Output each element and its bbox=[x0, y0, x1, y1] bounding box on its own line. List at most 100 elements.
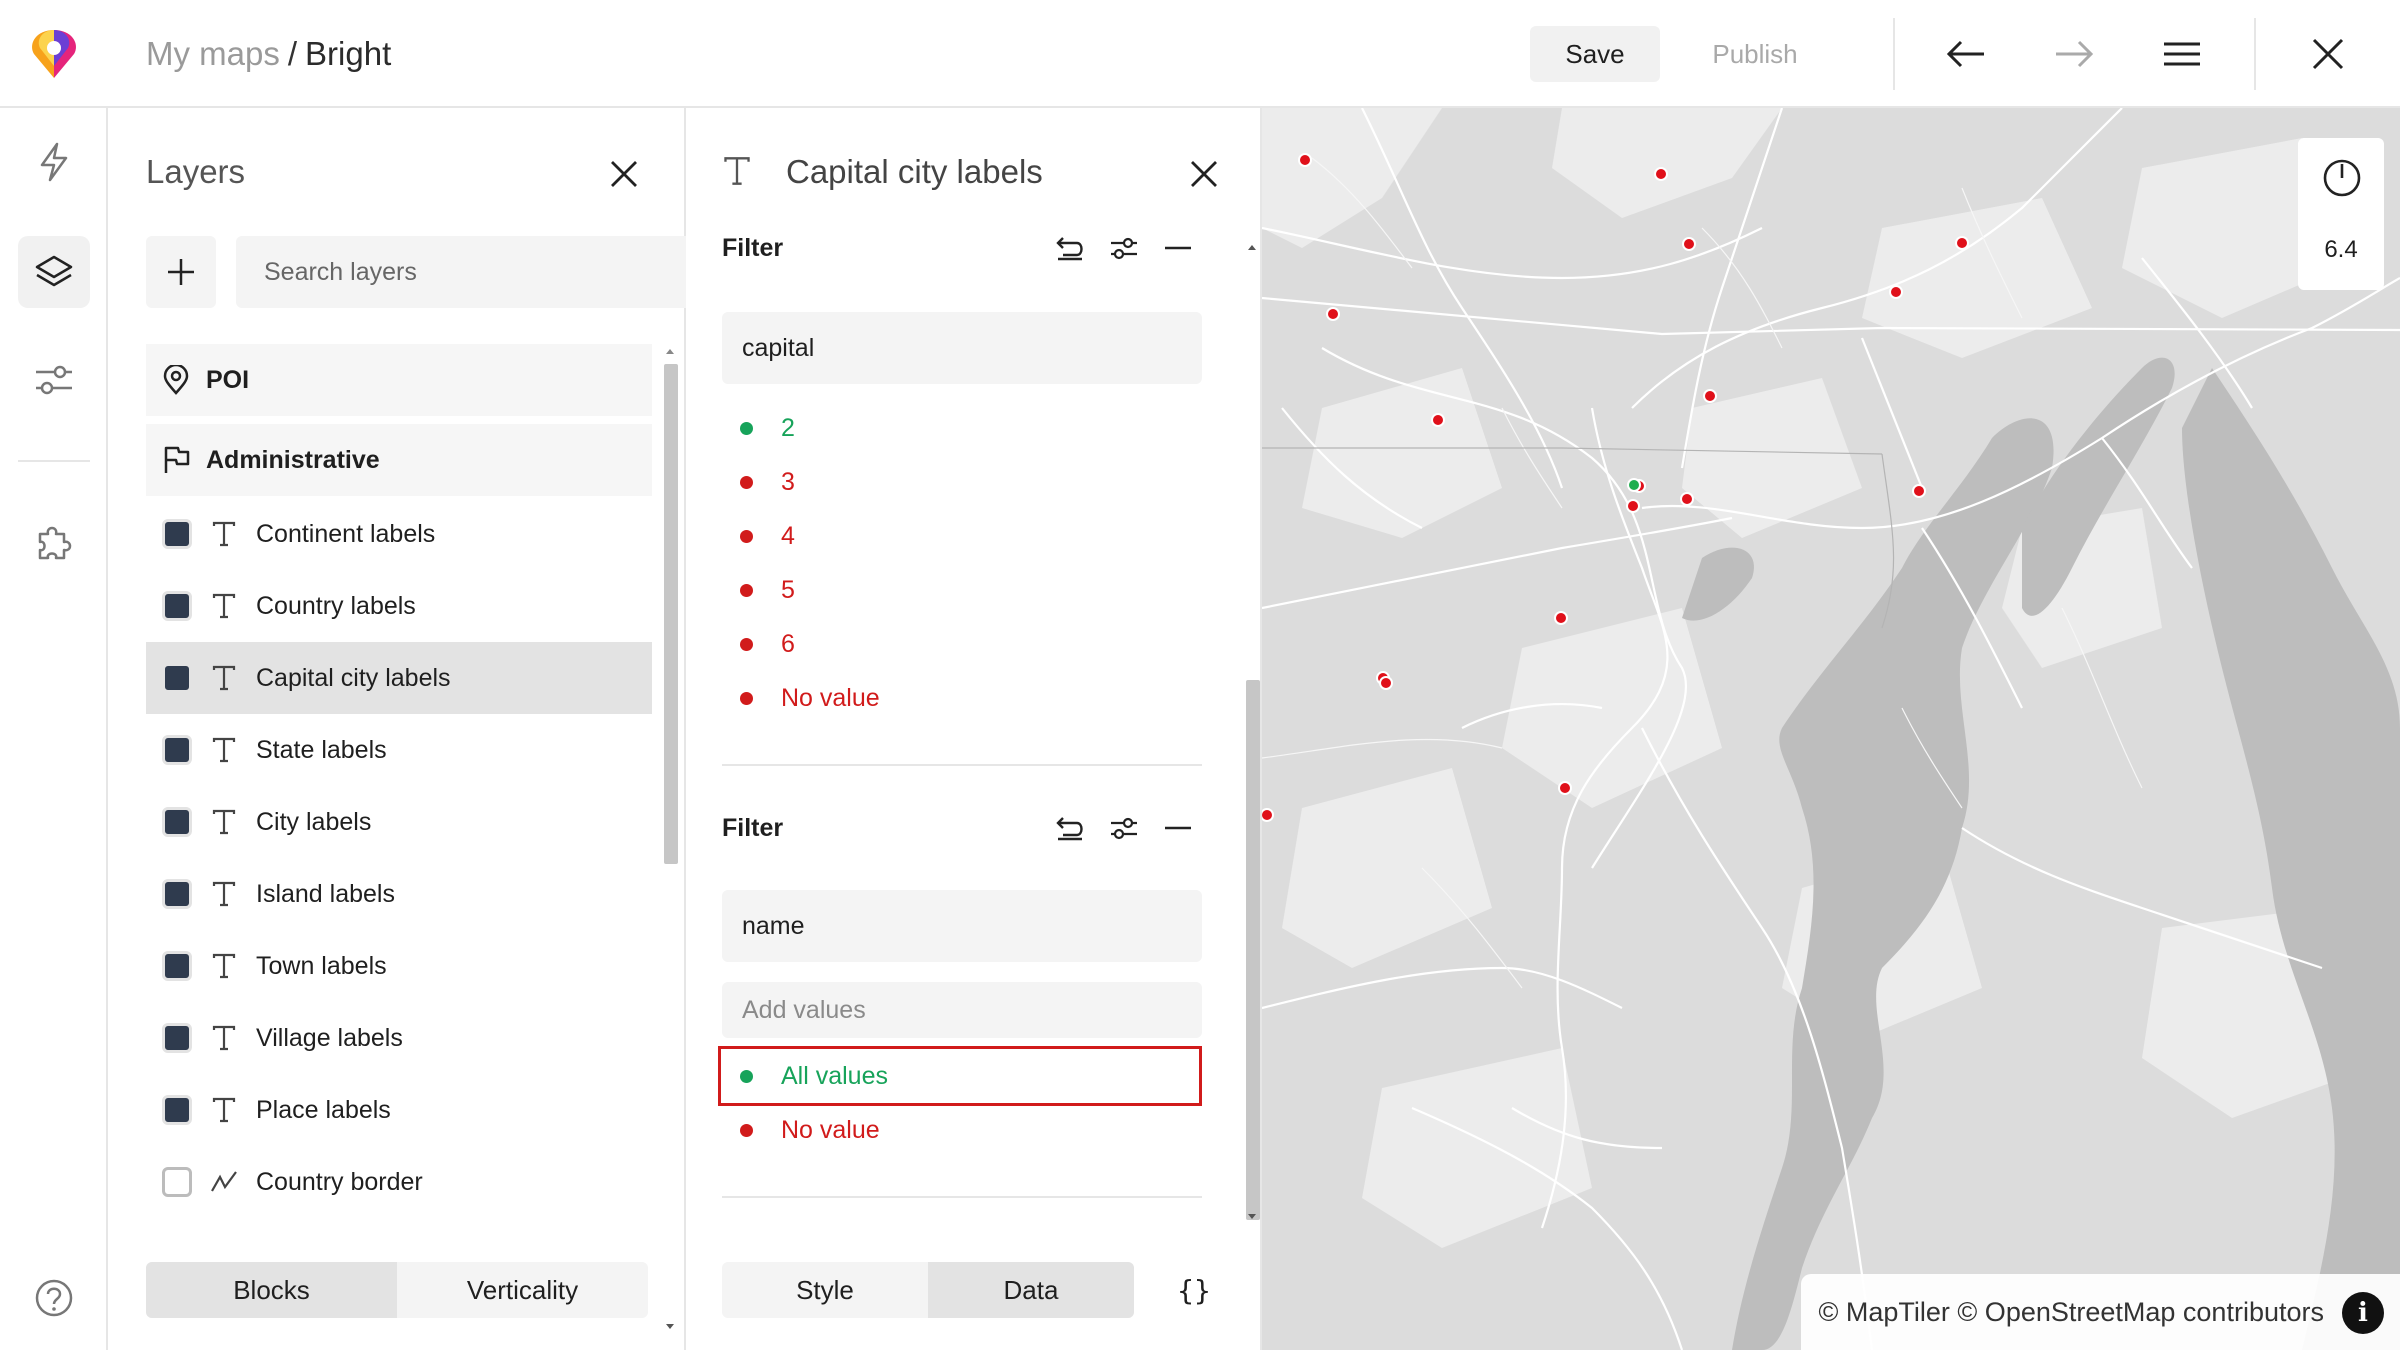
tab-data[interactable]: Data bbox=[928, 1262, 1134, 1318]
filter-settings-sliders-icon[interactable] bbox=[1104, 808, 1144, 848]
tab-style[interactable]: Style bbox=[722, 1262, 928, 1318]
scroll-down-icon[interactable] bbox=[1242, 1210, 1262, 1224]
layer-item-town-labels[interactable]: Town labels bbox=[146, 930, 652, 1002]
map-canvas[interactable]: 6.4 © MapTiler © OpenStreetMap contribut… bbox=[1262, 108, 2400, 1350]
layer-visibility-checkbox[interactable] bbox=[162, 519, 192, 549]
section-divider bbox=[722, 1196, 1202, 1198]
save-button[interactable]: Save bbox=[1530, 26, 1660, 82]
collapse-filter-minus-icon[interactable] bbox=[1158, 808, 1198, 848]
layer-visibility-checkbox[interactable] bbox=[162, 1095, 192, 1125]
map-title[interactable]: Bright bbox=[305, 35, 391, 72]
text-layer-icon bbox=[210, 880, 238, 908]
layer-visibility-checkbox[interactable] bbox=[162, 735, 192, 765]
publish-button[interactable]: Publish bbox=[1680, 26, 1830, 82]
filter-value-no-value[interactable]: No value bbox=[740, 678, 880, 718]
text-layer-icon bbox=[210, 592, 238, 620]
breadcrumb-my-maps-link[interactable]: My maps bbox=[146, 35, 280, 72]
breadcrumb-separator: / bbox=[287, 35, 298, 72]
flag-icon bbox=[164, 446, 190, 473]
layer-item-place-labels[interactable]: Place labels bbox=[146, 1074, 652, 1146]
layer-item-country-labels[interactable]: Country labels bbox=[146, 570, 652, 642]
editor-scroll-thumb[interactable] bbox=[1246, 680, 1260, 1220]
plus-icon bbox=[168, 259, 194, 285]
rail-divider bbox=[18, 460, 90, 462]
json-code-button[interactable]: {} bbox=[1164, 1262, 1224, 1318]
status-dot bbox=[740, 529, 753, 543]
filter-settings-sliders-icon[interactable] bbox=[1104, 228, 1144, 268]
layer-item-continent-labels[interactable]: Continent labels bbox=[146, 498, 652, 570]
filter-value-6[interactable]: 6 bbox=[740, 624, 795, 664]
layer-item-state-labels[interactable]: State labels bbox=[146, 714, 652, 786]
layer-visibility-checkbox[interactable] bbox=[162, 879, 192, 909]
filter-field-capital[interactable]: capital bbox=[722, 312, 1202, 384]
layer-item-island-labels[interactable]: Island labels bbox=[146, 858, 652, 930]
filter-value-all-values[interactable]: All values bbox=[740, 1056, 888, 1096]
layer-item-label: State labels bbox=[256, 735, 387, 764]
map-basemap bbox=[1262, 108, 2400, 1350]
undo-arrow-left-icon[interactable] bbox=[1942, 30, 1990, 78]
layer-visibility-checkbox[interactable] bbox=[162, 591, 192, 621]
add-values-input[interactable]: Add values bbox=[722, 982, 1202, 1038]
layers-panel-title: Layers bbox=[146, 153, 246, 190]
layer-item-label: Place labels bbox=[256, 1095, 391, 1124]
filter-section-title: Filter bbox=[722, 814, 784, 842]
layer-list-scrollbar[interactable] bbox=[660, 344, 680, 1334]
filter-value-5[interactable]: 5 bbox=[740, 570, 795, 610]
filter-value-2[interactable]: 2 bbox=[740, 408, 795, 448]
layer-editor-title[interactable]: Capital city labels bbox=[786, 148, 1043, 196]
left-rail bbox=[0, 108, 108, 1350]
map-attribution[interactable]: © MapTiler © OpenStreetMap contributors bbox=[1800, 1274, 2400, 1350]
puzzle-icon[interactable] bbox=[18, 506, 90, 578]
toolbar-divider bbox=[2254, 18, 2256, 90]
reset-filter-icon[interactable] bbox=[1050, 228, 1090, 268]
status-dot bbox=[740, 637, 753, 651]
filter-value-no-value[interactable]: No value bbox=[740, 1110, 880, 1150]
menu-hamburger-icon[interactable] bbox=[2158, 30, 2206, 78]
filter-field-name[interactable]: name bbox=[722, 890, 1202, 962]
layer-item-capital-city-labels[interactable]: Capital city labels bbox=[146, 642, 652, 714]
help-icon[interactable] bbox=[18, 1262, 90, 1334]
layer-item-country-border[interactable]: Country border bbox=[146, 1146, 652, 1218]
compass-reset-icon[interactable] bbox=[2322, 158, 2362, 198]
status-dot bbox=[740, 1069, 753, 1083]
zoom-control[interactable]: 6.4 bbox=[2298, 138, 2384, 290]
layer-item-label: Island labels bbox=[256, 879, 395, 908]
sliders-icon[interactable] bbox=[18, 344, 90, 416]
scroll-up-icon[interactable] bbox=[660, 344, 680, 358]
layers-panel: Layers POI Administrative Continent labe… bbox=[108, 108, 756, 1350]
editor-mode-toggle: Style Data bbox=[722, 1262, 1134, 1318]
search-layers-input[interactable] bbox=[236, 236, 756, 308]
layer-list-scroll-thumb[interactable] bbox=[664, 364, 678, 864]
collapse-filter-minus-icon[interactable] bbox=[1158, 228, 1198, 268]
lightning-icon[interactable] bbox=[18, 126, 90, 198]
layer-item-label: Country border bbox=[256, 1167, 423, 1196]
layer-visibility-checkbox[interactable] bbox=[162, 663, 192, 693]
tab-verticality[interactable]: Verticality bbox=[397, 1262, 648, 1318]
reset-filter-icon[interactable] bbox=[1050, 808, 1090, 848]
close-layers-icon[interactable] bbox=[602, 152, 646, 196]
scroll-up-icon[interactable] bbox=[1242, 240, 1262, 254]
layer-list: POI Administrative Continent labels Coun… bbox=[146, 344, 652, 1336]
text-layer-icon bbox=[210, 1024, 238, 1052]
text-layer-icon bbox=[210, 1096, 238, 1124]
maptiler-logo-icon[interactable] bbox=[30, 28, 78, 80]
close-editor-icon[interactable] bbox=[2304, 30, 2352, 78]
editor-scrollbar[interactable] bbox=[1242, 240, 1262, 1230]
layer-visibility-checkbox[interactable] bbox=[162, 1167, 192, 1197]
redo-arrow-right-icon[interactable] bbox=[2050, 30, 2098, 78]
filter-value-3[interactable]: 3 bbox=[740, 462, 795, 502]
layers-icon[interactable] bbox=[18, 236, 90, 308]
filter-value-4[interactable]: 4 bbox=[740, 516, 795, 556]
layer-item-city-labels[interactable]: City labels bbox=[146, 786, 652, 858]
layer-visibility-checkbox[interactable] bbox=[162, 1023, 192, 1053]
layer-visibility-checkbox[interactable] bbox=[162, 807, 192, 837]
layer-group-administrative[interactable]: Administrative bbox=[146, 424, 652, 496]
layer-item-village-labels[interactable]: Village labels bbox=[146, 1002, 652, 1074]
close-editor-panel-icon[interactable] bbox=[1182, 152, 1226, 196]
layer-group-poi[interactable]: POI bbox=[146, 344, 652, 416]
tab-blocks[interactable]: Blocks bbox=[146, 1262, 397, 1318]
scroll-down-icon[interactable] bbox=[660, 1320, 680, 1334]
layer-visibility-checkbox[interactable] bbox=[162, 951, 192, 981]
add-layer-button[interactable] bbox=[146, 236, 216, 308]
info-icon[interactable]: i bbox=[2342, 1292, 2384, 1334]
